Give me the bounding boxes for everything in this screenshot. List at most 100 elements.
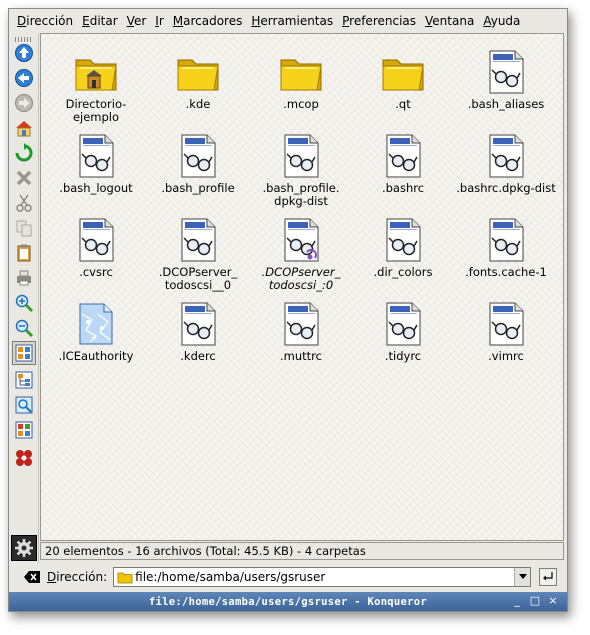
location-dropdown-button[interactable]: [514, 568, 531, 586]
text-file-icon: [181, 218, 216, 262]
clear-location-button[interactable]: [23, 569, 41, 585]
menu-herramientas[interactable]: Herramientas: [251, 14, 333, 28]
back-arrow-button[interactable]: [12, 66, 36, 90]
minimize-button[interactable]: _: [509, 594, 525, 608]
cut-button[interactable]: [12, 191, 36, 215]
file-name: Directorio- ejemplo: [65, 97, 127, 124]
preview-button[interactable]: [12, 393, 36, 417]
folder-icon: [117, 572, 133, 584]
location-label: Dirección:: [47, 570, 108, 584]
multicolumn-view-button[interactable]: [12, 418, 36, 442]
menubar: Dirección Editar Ver Ir Marcadores Herramient…: [9, 9, 567, 33]
icon-view[interactable]: Directorio- ejemplo .kde .mcop .qt .bash_ali…: [40, 33, 564, 541]
file-item[interactable]: .kde: [148, 48, 248, 130]
tree-view-button[interactable]: [12, 368, 36, 392]
stop-button[interactable]: [12, 166, 36, 190]
menu-label: irección: [26, 14, 74, 28]
menu-marcadores[interactable]: Marcadores: [173, 14, 243, 28]
file-item[interactable]: .bash_aliases: [456, 48, 556, 130]
menu-ventana[interactable]: Ventana: [425, 14, 474, 28]
zoom-in-button[interactable]: [12, 291, 36, 315]
file-name: .tidyrc: [384, 349, 422, 363]
menu-preferencias[interactable]: Preferencias: [342, 14, 416, 28]
icon-view-icon: [15, 344, 33, 362]
forward-arrow-button[interactable]: [12, 91, 36, 115]
menu-label: r: [158, 14, 164, 28]
folder-icon: [177, 59, 219, 91]
menu-dirección[interactable]: Dirección: [17, 14, 73, 28]
file-name: .muttrc: [280, 349, 322, 363]
location-combo[interactable]: [113, 567, 532, 587]
text-file-icon: [284, 302, 319, 346]
home-icon: [16, 121, 32, 137]
enter-icon: [543, 572, 553, 581]
text-file-icon: [489, 218, 524, 262]
stop-icon: [16, 170, 32, 186]
file-name: .bashrc.dpkg-dist: [456, 181, 556, 195]
file-item[interactable]: .ICEauthority: [46, 300, 146, 382]
menu-accelerator: M: [172, 14, 184, 28]
file-item[interactable]: .cvsrc: [46, 216, 146, 298]
file-link-icon: [284, 218, 319, 262]
file-item[interactable]: .kderc: [148, 300, 248, 382]
file-name: .qt: [395, 97, 411, 111]
menu-label: yuda: [490, 14, 521, 28]
home-button[interactable]: [12, 116, 36, 140]
menu-accelerator: V: [126, 14, 134, 28]
location-toolbar: Dirección:: [9, 563, 567, 591]
file-name: .cvsrc: [79, 265, 113, 279]
file-item[interactable]: .qt: [353, 48, 453, 130]
file-name: .fonts.cache-1: [465, 265, 547, 279]
file-item[interactable]: Directorio- ejemplo: [46, 48, 146, 130]
up-arrow-button[interactable]: [12, 41, 36, 65]
text-file-icon: [284, 134, 319, 178]
copy-button[interactable]: [12, 216, 36, 240]
file-name: .bash_profile: [161, 181, 235, 195]
konqueror-window: Dirección Editar Ver Ir Marcadores Herramient…: [8, 8, 568, 612]
close-button[interactable]: ×: [545, 594, 561, 608]
menu-accelerator: A: [483, 14, 491, 28]
up-arrow-icon: [15, 44, 33, 62]
paste-button[interactable]: [12, 241, 36, 265]
forward-arrow-icon: [15, 94, 33, 112]
location-input[interactable]: [133, 569, 514, 585]
title-bar[interactable]: file:/home/samba/users/gsruser - Konquer…: [9, 592, 567, 611]
home-folder-icon: [75, 59, 117, 91]
zoom-out-button[interactable]: [12, 316, 36, 340]
konqueror-gear-icon[interactable]: [11, 535, 37, 561]
go-button[interactable]: [539, 568, 558, 586]
menu-ayuda[interactable]: Ayuda: [483, 14, 520, 28]
window-controls: _ □ ×: [507, 594, 561, 608]
file-item[interactable]: .bashrc.dpkg-dist: [456, 132, 556, 214]
konqueror-gear-button[interactable]: [12, 446, 36, 470]
text-file-icon: [79, 218, 114, 262]
menu-editar[interactable]: Editar: [82, 14, 118, 28]
file-item[interactable]: .DCOPserver_ todoscsi__0: [148, 216, 248, 298]
file-item[interactable]: .bashrc: [353, 132, 453, 214]
menu-ver[interactable]: Ver: [127, 14, 147, 28]
print-icon: [17, 270, 31, 286]
file-item[interactable]: .muttrc: [251, 300, 351, 382]
text-file-icon: [181, 134, 216, 178]
file-item[interactable]: .DCOPserver_ todoscsi_:0: [251, 216, 351, 298]
print-button[interactable]: [12, 266, 36, 290]
file-item[interactable]: .vimrc: [456, 300, 556, 382]
icon-view-button[interactable]: [12, 341, 36, 365]
file-item[interactable]: .tidyrc: [353, 300, 453, 382]
menu-ir[interactable]: Ir: [155, 14, 163, 28]
file-name: .ICEauthority: [58, 349, 134, 363]
file-item[interactable]: .bash_logout: [46, 132, 146, 214]
chevron-down-icon: [518, 574, 527, 579]
menu-label: arcadores: [183, 14, 243, 28]
file-item[interactable]: .dir_colors: [353, 216, 453, 298]
file-name: .DCOPserver_ todoscsi_:0: [261, 265, 341, 292]
file-name: .bashrc: [381, 181, 425, 195]
file-item[interactable]: .mcop: [251, 48, 351, 130]
folder-icon: [382, 59, 424, 91]
file-name: .bash_logout: [59, 181, 133, 195]
maximize-button[interactable]: □: [527, 594, 543, 608]
file-item[interactable]: .bash_profile. dpkg-dist: [251, 132, 351, 214]
file-item[interactable]: .fonts.cache-1: [456, 216, 556, 298]
file-item[interactable]: .bash_profile: [148, 132, 248, 214]
reload-button[interactable]: [12, 141, 36, 165]
